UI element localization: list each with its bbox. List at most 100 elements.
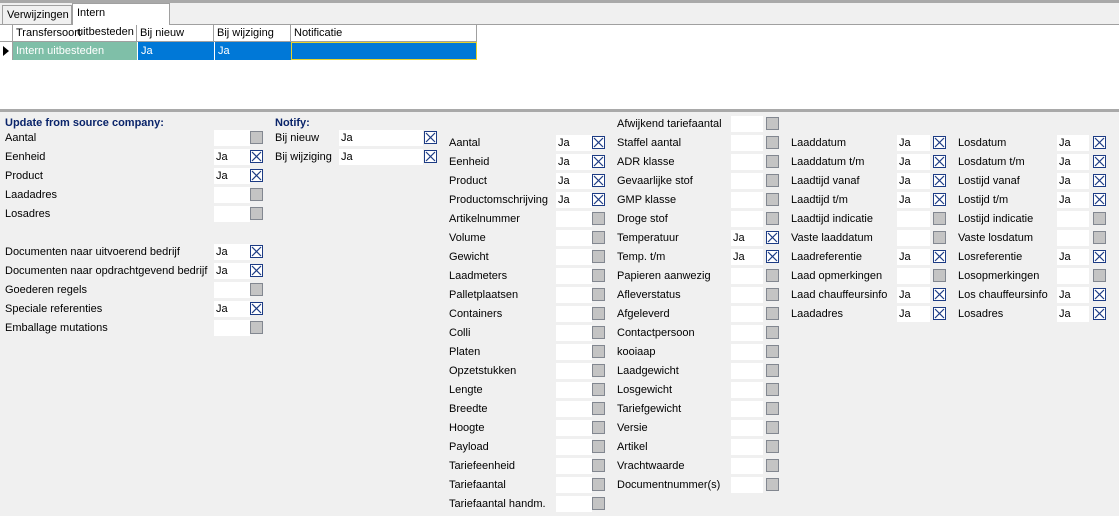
update-value-documenten-naar-uitvoerend-bedrijf[interactable]: Ja xyxy=(214,244,250,260)
col6-value-losdatum[interactable]: Ja xyxy=(1057,135,1089,151)
col4-value-laadgewicht[interactable] xyxy=(731,363,763,379)
col3-checkbox-eenheid[interactable] xyxy=(592,155,605,168)
column-header-notificatie[interactable]: Notificatie xyxy=(291,25,477,42)
col4-checkbox-documentnummer-s[interactable] xyxy=(766,478,779,491)
col3-value-volume[interactable] xyxy=(556,230,592,246)
panel-splitter[interactable] xyxy=(0,109,1119,112)
col4-checkbox-afgeleverd[interactable] xyxy=(766,307,779,320)
col5-checkbox-laadtijd-vanaf[interactable] xyxy=(933,174,946,187)
grid-cell-notificatie[interactable] xyxy=(291,42,477,60)
col3-checkbox-breedte[interactable] xyxy=(592,402,605,415)
grid-cell-transfersoort[interactable]: Intern uitbesteden xyxy=(13,42,137,60)
col4-checkbox-gmp-klasse[interactable] xyxy=(766,193,779,206)
grid-cell-bij-nieuw[interactable]: Ja xyxy=(137,42,214,60)
col3-checkbox-tariefaantal-handm[interactable] xyxy=(592,497,605,510)
col6-checkbox-losopmerkingen[interactable] xyxy=(1093,269,1106,282)
tab-intern-uitbesteden[interactable]: Intern uitbesteden xyxy=(72,3,170,38)
col4-checkbox-temperatuur[interactable] xyxy=(766,231,779,244)
col5-checkbox-laaddatum[interactable] xyxy=(933,136,946,149)
col3-value-eenheid[interactable]: Ja xyxy=(556,154,592,170)
col4-checkbox-kooiaap[interactable] xyxy=(766,345,779,358)
col5-checkbox-laadreferentie[interactable] xyxy=(933,250,946,263)
col3-checkbox-tariefeenheid[interactable] xyxy=(592,459,605,472)
col4-value-gmp-klasse[interactable] xyxy=(731,192,763,208)
col4-value-afgeleverd[interactable] xyxy=(731,306,763,322)
col4-checkbox-temp-t-m[interactable] xyxy=(766,250,779,263)
row-selector[interactable] xyxy=(0,42,13,60)
col3-checkbox-colli[interactable] xyxy=(592,326,605,339)
col4-checkbox-laadgewicht[interactable] xyxy=(766,364,779,377)
col3-checkbox-palletplaatsen[interactable] xyxy=(592,288,605,301)
update-value-product[interactable]: Ja xyxy=(214,168,250,184)
col5-checkbox-laaddatum-t-m[interactable] xyxy=(933,155,946,168)
col4-value-losgewicht[interactable] xyxy=(731,382,763,398)
col3-value-tariefeenheid[interactable] xyxy=(556,458,592,474)
notify-checkbox-bij-nieuw[interactable] xyxy=(424,131,437,144)
update-value-emballage-mutations[interactable] xyxy=(214,320,250,336)
col4-value-afwijkend-tariefaantal[interactable] xyxy=(731,116,763,132)
col5-value-laadtijd-t-m[interactable]: Ja xyxy=(897,192,930,208)
col3-value-tariefaantal[interactable] xyxy=(556,477,592,493)
col4-checkbox-versie[interactable] xyxy=(766,421,779,434)
tab-verwijzingen[interactable]: Verwijzingen xyxy=(2,5,72,24)
update-checkbox-laadadres[interactable] xyxy=(250,188,263,201)
col5-checkbox-laadtijd-indicatie[interactable] xyxy=(933,212,946,225)
update-value-documenten-naar-opdrachtgevend-bedrijf[interactable]: Ja xyxy=(214,263,250,279)
column-header-bij-wijziging[interactable]: Bij wijziging xyxy=(214,25,291,42)
col6-value-lostijd-vanaf[interactable]: Ja xyxy=(1057,173,1089,189)
col3-value-colli[interactable] xyxy=(556,325,592,341)
col5-value-laaddatum-t-m[interactable]: Ja xyxy=(897,154,930,170)
col4-checkbox-afleverstatus[interactable] xyxy=(766,288,779,301)
notify-value-bij-nieuw[interactable]: Ja xyxy=(339,130,423,146)
update-checkbox-emballage-mutations[interactable] xyxy=(250,321,263,334)
col3-checkbox-gewicht[interactable] xyxy=(592,250,605,263)
grid-cell-bij-wijziging[interactable]: Ja xyxy=(214,42,291,60)
col3-value-gewicht[interactable] xyxy=(556,249,592,265)
col4-value-adr-klasse[interactable] xyxy=(731,154,763,170)
col3-value-laadmeters[interactable] xyxy=(556,268,592,284)
update-checkbox-goederen-regels[interactable] xyxy=(250,283,263,296)
col4-checkbox-artikel[interactable] xyxy=(766,440,779,453)
col4-value-droge-stof[interactable] xyxy=(731,211,763,227)
update-value-goederen-regels[interactable] xyxy=(214,282,250,298)
col5-checkbox-laadadres[interactable] xyxy=(933,307,946,320)
col4-checkbox-papieren-aanwezig[interactable] xyxy=(766,269,779,282)
col4-value-artikel[interactable] xyxy=(731,439,763,455)
col4-value-tariefgewicht[interactable] xyxy=(731,401,763,417)
col3-checkbox-laadmeters[interactable] xyxy=(592,269,605,282)
col3-checkbox-productomschrijving[interactable] xyxy=(592,193,605,206)
col3-value-tariefaantal-handm[interactable] xyxy=(556,496,592,512)
col5-value-laadadres[interactable]: Ja xyxy=(897,306,930,322)
update-value-speciale-referenties[interactable]: Ja xyxy=(214,301,250,317)
col3-value-productomschrijving[interactable]: Ja xyxy=(556,192,592,208)
update-value-eenheid[interactable]: Ja xyxy=(214,149,250,165)
col5-checkbox-laad-chauffeursinfo[interactable] xyxy=(933,288,946,301)
col6-value-lostijd-indicatie[interactable] xyxy=(1057,211,1089,227)
update-checkbox-documenten-naar-uitvoerend-bedrijf[interactable] xyxy=(250,245,263,258)
col3-checkbox-aantal[interactable] xyxy=(592,136,605,149)
col3-value-palletplaatsen[interactable] xyxy=(556,287,592,303)
col3-value-platen[interactable] xyxy=(556,344,592,360)
col4-checkbox-losgewicht[interactable] xyxy=(766,383,779,396)
col5-checkbox-vaste-laaddatum[interactable] xyxy=(933,231,946,244)
col4-checkbox-gevaarlijke-stof[interactable] xyxy=(766,174,779,187)
col6-checkbox-lostijd-t-m[interactable] xyxy=(1093,193,1106,206)
col3-checkbox-opzetstukken[interactable] xyxy=(592,364,605,377)
col6-checkbox-lostijd-vanaf[interactable] xyxy=(1093,174,1106,187)
col6-value-losopmerkingen[interactable] xyxy=(1057,268,1089,284)
col3-checkbox-artikelnummer[interactable] xyxy=(592,212,605,225)
update-value-laadadres[interactable] xyxy=(214,187,250,203)
col6-checkbox-losreferentie[interactable] xyxy=(1093,250,1106,263)
col4-value-temperatuur[interactable]: Ja xyxy=(731,230,763,246)
col3-value-artikelnummer[interactable] xyxy=(556,211,592,227)
col3-checkbox-volume[interactable] xyxy=(592,231,605,244)
col6-checkbox-lostijd-indicatie[interactable] xyxy=(1093,212,1106,225)
col5-value-vaste-laaddatum[interactable] xyxy=(897,230,930,246)
col6-value-losreferentie[interactable]: Ja xyxy=(1057,249,1089,265)
update-checkbox-eenheid[interactable] xyxy=(250,150,263,163)
col3-checkbox-tariefaantal[interactable] xyxy=(592,478,605,491)
col6-value-lostijd-t-m[interactable]: Ja xyxy=(1057,192,1089,208)
col3-checkbox-containers[interactable] xyxy=(592,307,605,320)
col4-value-kooiaap[interactable] xyxy=(731,344,763,360)
col4-value-afleverstatus[interactable] xyxy=(731,287,763,303)
